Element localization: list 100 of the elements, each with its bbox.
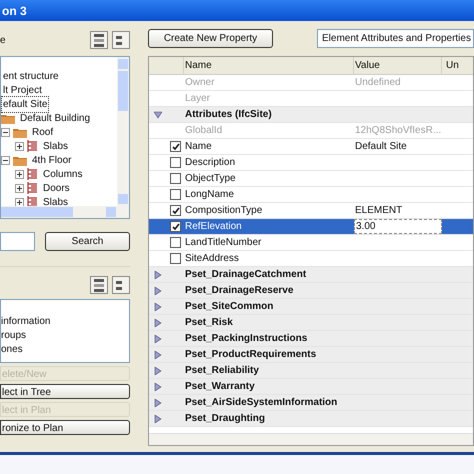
folder-icon	[13, 126, 27, 138]
checkbox[interactable]	[170, 253, 181, 264]
expand-icon[interactable]	[15, 142, 24, 150]
search-button[interactable]: Search	[45, 232, 130, 251]
tree-item[interactable]: Roof	[30, 124, 56, 140]
panel-label: e	[0, 34, 6, 48]
expand-triangle-icon[interactable]	[154, 398, 162, 406]
expand-triangle-icon[interactable]	[154, 270, 162, 278]
property-row[interactable]: Pset_AirSideSystemInformation	[149, 395, 473, 411]
property-name: ObjectType	[185, 173, 236, 184]
property-row[interactable]: Pset_PackingInstructions	[149, 331, 473, 347]
folder-icon	[1, 112, 15, 124]
list-icon	[27, 140, 38, 152]
property-group-name: Attributes (IfcSite)	[185, 109, 272, 120]
expand-all-icon[interactable]	[90, 276, 108, 294]
property-group-name: Pset_ProductRequirements	[185, 349, 316, 360]
action-button[interactable]: ronize to Plan	[0, 420, 130, 435]
action-button[interactable]: lect in Tree	[0, 384, 130, 399]
property-row[interactable]: Pset_DrainageReserve	[149, 283, 473, 299]
property-row[interactable]: CompositionType ELEMENT	[149, 203, 473, 219]
checkbox[interactable]	[170, 205, 181, 216]
property-name: Name	[185, 141, 212, 152]
tree-item[interactable]: Slabs	[41, 138, 70, 154]
property-name: CompositionType	[185, 205, 262, 216]
property-row[interactable]: Pset_SiteCommon	[149, 299, 473, 315]
property-name: Layer	[185, 93, 210, 104]
tree-item[interactable]: Slabs	[41, 194, 70, 210]
tree-item[interactable]: Doors	[41, 180, 72, 196]
expand-triangle-icon[interactable]	[154, 414, 162, 422]
property-name: SiteAddress	[185, 253, 239, 264]
property-name: RefElevation	[185, 221, 242, 232]
expand-triangle-icon[interactable]	[154, 302, 162, 310]
property-row[interactable]: Pset_Warranty	[149, 379, 473, 395]
collapse-triangle-icon[interactable]	[154, 110, 162, 118]
folder-icon	[13, 154, 27, 166]
property-row[interactable]: SiteAddress	[149, 251, 473, 267]
list-item[interactable]: information	[1, 314, 129, 328]
horizontal-scrollbar[interactable]	[149, 433, 473, 445]
horizontal-scrollbar[interactable]	[1, 206, 129, 218]
property-row[interactable]: LandTitleNumber	[149, 235, 473, 251]
property-name: GlobalId	[185, 125, 222, 136]
property-row[interactable]: Description	[149, 155, 473, 171]
column-header[interactable]: Name	[184, 57, 354, 74]
collapse-all-icon[interactable]	[112, 31, 130, 49]
property-row[interactable]: Pset_ProductRequirements	[149, 347, 473, 363]
tree-item[interactable]: ent structure	[1, 68, 61, 84]
list-icon	[27, 182, 38, 194]
expand-triangle-icon[interactable]	[154, 366, 162, 374]
expand-all-icon[interactable]	[90, 31, 108, 49]
tree-item[interactable]: efault Site	[1, 96, 50, 112]
tree-item[interactable]: Columns	[41, 166, 84, 182]
checkbox[interactable]	[170, 173, 181, 184]
list-icon	[27, 168, 38, 180]
checkbox[interactable]	[170, 237, 181, 248]
property-row[interactable]: Name Default Site	[149, 139, 473, 155]
expand-triangle-icon[interactable]	[154, 334, 162, 342]
collapse-icon[interactable]	[1, 156, 10, 164]
property-value: Undefined	[355, 76, 401, 90]
property-value: 12hQ8ShoVfIesR...	[355, 124, 442, 138]
property-row[interactable]: RefElevation 3.00	[149, 219, 473, 235]
list-item[interactable]: ones	[1, 342, 129, 356]
expand-triangle-icon[interactable]	[154, 350, 162, 358]
property-row[interactable]: Pset_Risk	[149, 315, 473, 331]
list-item[interactable]: roups	[1, 328, 129, 342]
expand-triangle-icon[interactable]	[154, 318, 162, 326]
tree-item[interactable]: Default Building	[18, 110, 92, 126]
property-row[interactable]: LongName	[149, 187, 473, 203]
property-value: ELEMENT	[355, 204, 402, 218]
vertical-scrollbar[interactable]	[117, 57, 129, 206]
column-header[interactable]: Value	[354, 57, 442, 74]
property-row[interactable]: Pset_Draughting	[149, 411, 473, 427]
expand-icon[interactable]	[15, 198, 24, 206]
property-row[interactable]: ObjectType	[149, 171, 473, 187]
window-title: on 3	[2, 2, 27, 20]
property-row[interactable]: Pset_Reliability	[149, 363, 473, 379]
property-name: Owner	[185, 77, 214, 88]
expand-icon[interactable]	[15, 170, 24, 178]
property-value: 3.00	[356, 220, 376, 234]
checkbox[interactable]	[170, 157, 181, 168]
create-property-button[interactable]: Create New Property	[148, 29, 273, 48]
collapse-icon[interactable]	[1, 128, 10, 136]
property-row[interactable]: Attributes (IfcSite)	[149, 107, 473, 123]
view-select[interactable]: Element Attributes and Properties	[317, 29, 474, 48]
column-header[interactable]: Un	[442, 57, 473, 74]
tree-item[interactable]: 4th Floor	[30, 152, 74, 168]
checkbox[interactable]	[170, 221, 181, 232]
expand-triangle-icon[interactable]	[154, 382, 162, 390]
property-group-name: Pset_SiteCommon	[185, 301, 274, 312]
tree-item[interactable]: lt Project	[1, 82, 44, 98]
checkbox[interactable]	[170, 189, 181, 200]
property-group-name: Pset_Draughting	[185, 413, 266, 424]
property-name: LongName	[185, 189, 234, 200]
expand-icon[interactable]	[15, 184, 24, 192]
collapse-all-icon[interactable]	[112, 276, 130, 294]
property-row[interactable]: Pset_DrainageCatchment	[149, 267, 473, 283]
property-value: Default Site	[355, 140, 407, 154]
checkbox[interactable]	[170, 141, 181, 152]
search-field[interactable]	[0, 232, 35, 251]
property-group-name: Pset_AirSideSystemInformation	[185, 397, 338, 408]
expand-triangle-icon[interactable]	[154, 286, 162, 294]
